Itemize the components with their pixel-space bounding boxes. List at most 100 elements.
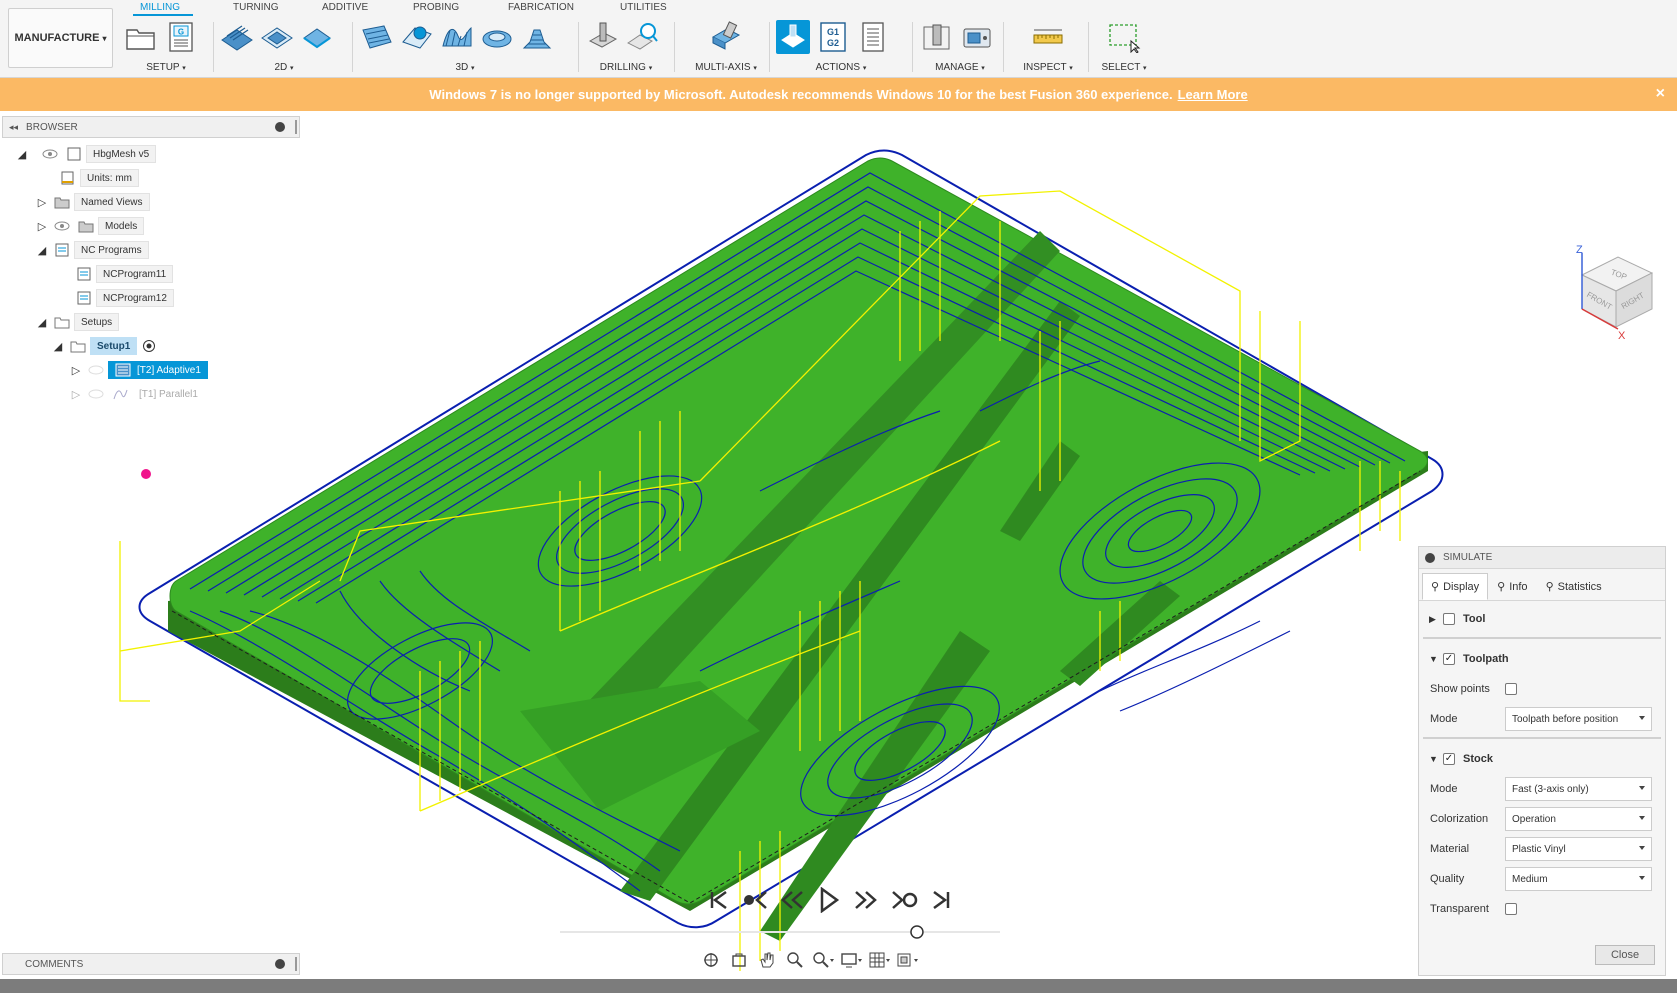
simulate-icon[interactable] <box>776 20 810 54</box>
3d-contour-icon[interactable] <box>520 20 554 54</box>
learn-more-link[interactable]: Learn More <box>1178 87 1248 102</box>
skip-to-start-icon[interactable] <box>708 889 730 911</box>
manage-group-label[interactable]: MANAGE <box>935 62 978 73</box>
look-at-icon[interactable] <box>728 950 750 970</box>
2d-pocket-icon[interactable] <box>260 20 294 54</box>
expand-triangle-icon[interactable]: ◢ <box>36 316 48 329</box>
multi-axis-icon[interactable] <box>709 20 743 54</box>
tree-nc-programs[interactable]: ◢ NC Programs <box>36 240 149 260</box>
new-setup-icon[interactable] <box>124 20 158 54</box>
tree-ncprogram11[interactable]: NCProgram11 <box>72 264 174 284</box>
3d-scallop-icon[interactable] <box>480 20 514 54</box>
inspect-group-label[interactable]: INSPECT <box>1023 62 1066 73</box>
tab-utilities[interactable]: UTILITIES <box>620 2 667 13</box>
grid-icon[interactable] <box>868 950 890 970</box>
expand-triangle-icon[interactable]: ◢ <box>16 148 28 161</box>
comments-header[interactable]: COMMENTS <box>2 953 300 975</box>
nc-program-icon[interactable]: G <box>164 20 198 54</box>
tool-checkbox[interactable] <box>1443 613 1455 625</box>
minimize-icon[interactable] <box>275 122 285 132</box>
expand-triangle-icon[interactable]: ◢ <box>36 244 48 257</box>
setup-sheet-icon[interactable] <box>856 20 890 54</box>
toolpath-mode-select[interactable]: Toolpath before position <box>1505 707 1652 731</box>
hidden-eye-icon[interactable] <box>88 363 104 377</box>
tree-ncprogram12[interactable]: NCProgram12 <box>72 288 174 308</box>
hidden-eye-icon[interactable] <box>88 387 104 401</box>
zoom-icon[interactable] <box>784 950 806 970</box>
tree-root[interactable]: ◢ HbgMesh v5 <box>16 144 157 164</box>
hole-recognition-icon[interactable] <box>626 20 660 54</box>
collapse-panel-icon[interactable]: ◂◂ <box>9 122 18 133</box>
tab-probing[interactable]: PROBING <box>413 2 459 13</box>
post-process-icon[interactable]: G1 G2 <box>816 20 850 54</box>
view-cube[interactable]: TOP FRONT RIGHT Z X <box>1562 239 1672 349</box>
next-operation-icon[interactable] <box>890 889 918 911</box>
3d-adaptive-icon[interactable] <box>360 20 394 54</box>
toolpath-checkbox[interactable]: ✓ <box>1443 653 1455 665</box>
tool-section[interactable]: ▶ Tool <box>1419 605 1665 633</box>
orbit-icon[interactable] <box>700 950 722 970</box>
tree-named-views[interactable]: ▷ Named Views <box>36 192 150 212</box>
expand-triangle-icon[interactable]: ▷ <box>70 364 82 377</box>
eye-icon[interactable] <box>42 147 58 161</box>
workspace-switcher[interactable]: MANUFACTURE ▾ <box>8 8 113 68</box>
viewports-icon[interactable] <box>896 950 918 970</box>
tab-fabrication[interactable]: FABRICATION <box>508 2 574 13</box>
material-select[interactable]: Plastic Vinyl <box>1505 837 1652 861</box>
tree-models[interactable]: ▷ Models <box>36 216 145 236</box>
timeline-slider[interactable] <box>560 922 1000 942</box>
2d-contour-icon[interactable] <box>300 20 334 54</box>
panel-grip-icon[interactable] <box>295 957 297 971</box>
3d-group-label[interactable]: 3D <box>455 62 468 73</box>
collapse-triangle-icon[interactable]: ▼ <box>1429 754 1438 764</box>
expand-triangle-icon[interactable]: ▷ <box>36 196 48 209</box>
step-forward-icon[interactable] <box>852 889 878 911</box>
close-button[interactable]: Close <box>1595 945 1655 965</box>
browser-header[interactable]: ◂◂ BROWSER <box>2 116 300 138</box>
3d-parallel-icon[interactable] <box>440 20 474 54</box>
eye-icon[interactable] <box>54 219 70 233</box>
actions-group-label[interactable]: ACTIONS <box>816 62 860 73</box>
tree-op-adaptive1[interactable]: ▷ [T2] Adaptive1 <box>70 360 208 380</box>
3d-pocket-icon[interactable] <box>400 20 434 54</box>
fit-zoom-icon[interactable] <box>812 950 834 970</box>
2d-adaptive-icon[interactable] <box>220 20 254 54</box>
transparent-checkbox[interactable] <box>1505 903 1517 915</box>
simulate-header[interactable]: SIMULATE <box>1419 547 1665 569</box>
machine-library-icon[interactable] <box>960 20 994 54</box>
stock-mode-select[interactable]: Fast (3-axis only) <box>1505 777 1652 801</box>
timeline-thumb[interactable] <box>910 925 924 939</box>
stock-section[interactable]: ▼ ✓ Stock <box>1419 745 1665 773</box>
expand-triangle-icon[interactable]: ◢ <box>52 340 64 353</box>
tab-milling[interactable]: MILLING <box>140 2 180 13</box>
colorization-select[interactable]: Operation <box>1505 807 1652 831</box>
tab-display[interactable]: ⚲ Display <box>1422 573 1489 600</box>
quality-select[interactable]: Medium <box>1505 867 1652 891</box>
tab-info[interactable]: ⚲ Info <box>1488 573 1536 600</box>
tab-statistics[interactable]: ⚲ Statistics <box>1537 573 1611 600</box>
expand-triangle-icon[interactable]: ▷ <box>70 388 82 401</box>
setup-group-label[interactable]: SETUP <box>146 62 179 73</box>
measure-icon[interactable] <box>1031 20 1065 54</box>
tool-library-icon[interactable] <box>920 20 954 54</box>
tree-units[interactable]: Units: mm <box>56 168 139 188</box>
select-group-label[interactable]: SELECT <box>1101 62 1140 73</box>
tree-setup1[interactable]: ◢ Setup1 <box>52 336 161 356</box>
target-icon[interactable] <box>141 339 157 353</box>
close-icon[interactable]: × <box>1656 85 1665 103</box>
multiaxis-group-label[interactable]: MULTI-AXIS <box>695 62 750 73</box>
2d-group-label[interactable]: 2D <box>274 62 287 73</box>
previous-operation-icon[interactable] <box>742 889 768 911</box>
drilling-group-label[interactable]: DRILLING <box>600 62 646 73</box>
expand-triangle-icon[interactable]: ▷ <box>36 220 48 233</box>
show-points-checkbox[interactable] <box>1505 683 1517 695</box>
display-settings-icon[interactable] <box>840 950 862 970</box>
expand-icon[interactable] <box>275 959 285 969</box>
tab-additive[interactable]: ADDITIVE <box>322 2 368 13</box>
drill-icon[interactable] <box>586 20 620 54</box>
tree-setups[interactable]: ◢ Setups <box>36 312 120 332</box>
play-icon[interactable] <box>818 887 840 913</box>
tab-turning[interactable]: TURNING <box>233 2 279 13</box>
minimize-icon[interactable] <box>1425 552 1435 563</box>
pan-hand-icon[interactable] <box>756 950 778 970</box>
